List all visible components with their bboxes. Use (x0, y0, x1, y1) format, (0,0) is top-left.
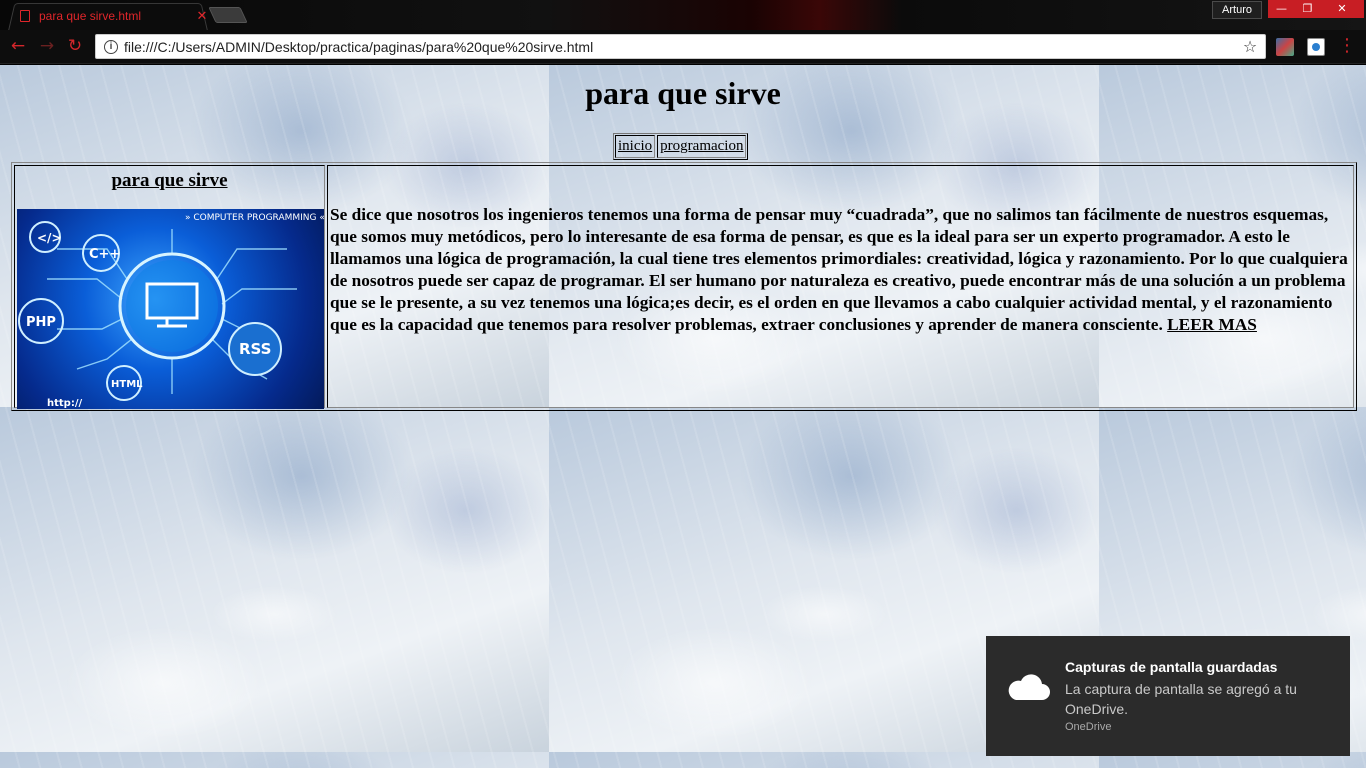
notification-title: Capturas de pantalla guardadas (1065, 659, 1278, 675)
extension-icon[interactable] (1307, 38, 1325, 56)
read-more-link[interactable]: LEER MAS (1167, 315, 1257, 334)
notification-body: La captura de pantalla se agregó a tu On… (1065, 681, 1297, 717)
tab-active[interactable]: para que sirve.html ✕ (20, 6, 210, 26)
page-title: para que sirve (585, 75, 781, 111)
image-banner: » COMPUTER PROGRAMMING « (185, 213, 324, 223)
bookmark-star-icon[interactable]: ☆ (1239, 37, 1261, 56)
nav-link-inicio[interactable]: inicio (615, 135, 656, 158)
tab-title: para que sirve.html (39, 9, 142, 23)
close-window-button[interactable]: ✕ (1320, 0, 1364, 18)
browser-toolbar: ← → ↻ i file:///C:/Users/ADMIN/Desktop/p… (0, 30, 1366, 64)
image-tag-http: http:// (47, 398, 82, 409)
url-text[interactable]: file:///C:/Users/ADMIN/Desktop/practica/… (124, 39, 1239, 55)
info-icon[interactable]: i (104, 39, 118, 54)
profile-button[interactable]: Arturo (1212, 1, 1262, 19)
address-bar[interactable]: i file:///C:/Users/ADMIN/Desktop/practic… (95, 34, 1266, 59)
menu-kebab-icon[interactable]: ⋮ (1338, 35, 1356, 57)
circuit-illustration: </> C++ PHP RSS HTML http:// » COMPUTER … (18, 213, 324, 409)
content-table: para que sirve </> C++ PHP RSS HTML http… (11, 162, 1357, 411)
image-tag-code: </> (37, 231, 62, 245)
image-tag-php: PHP (26, 315, 56, 330)
image-tag-cpp: C++ (89, 247, 120, 262)
tab-close-icon[interactable]: ✕ (194, 9, 210, 24)
notification-app-name: OneDrive (1065, 721, 1112, 733)
forward-arrow-icon[interactable]: → (36, 35, 58, 57)
new-tab-button[interactable] (208, 7, 248, 23)
document-icon (20, 10, 30, 22)
nav-link-programacion[interactable]: programacion (657, 135, 747, 158)
sidebar-cell: para que sirve </> C++ PHP RSS HTML http… (14, 165, 325, 409)
sidebar-title: para que sirve (111, 170, 228, 191)
content-cell: Se dice que nosotros los ingenieros tene… (327, 165, 1354, 408)
reload-icon[interactable]: ↻ (64, 35, 86, 57)
extension-icon[interactable] (1276, 38, 1294, 56)
image-tag-rss: RSS (239, 340, 271, 358)
image-tag-html: HTML (111, 379, 143, 390)
article-text: Se dice que nosotros los ingenieros tene… (330, 204, 1351, 336)
title-bar: para que sirve.html ✕ Arturo — ❐ ✕ (0, 0, 1366, 31)
onedrive-notification[interactable]: Capturas de pantalla guardadas La captur… (986, 636, 1350, 756)
cloud-icon (1008, 674, 1050, 700)
nav-table: inicio programacion (613, 133, 749, 160)
back-arrow-icon[interactable]: ← (7, 35, 29, 57)
minimize-button[interactable]: — (1268, 0, 1295, 18)
computer-programming-image: </> C++ PHP RSS HTML http:// » COMPUTER … (17, 209, 324, 409)
restore-button[interactable]: ❐ (1295, 0, 1320, 18)
